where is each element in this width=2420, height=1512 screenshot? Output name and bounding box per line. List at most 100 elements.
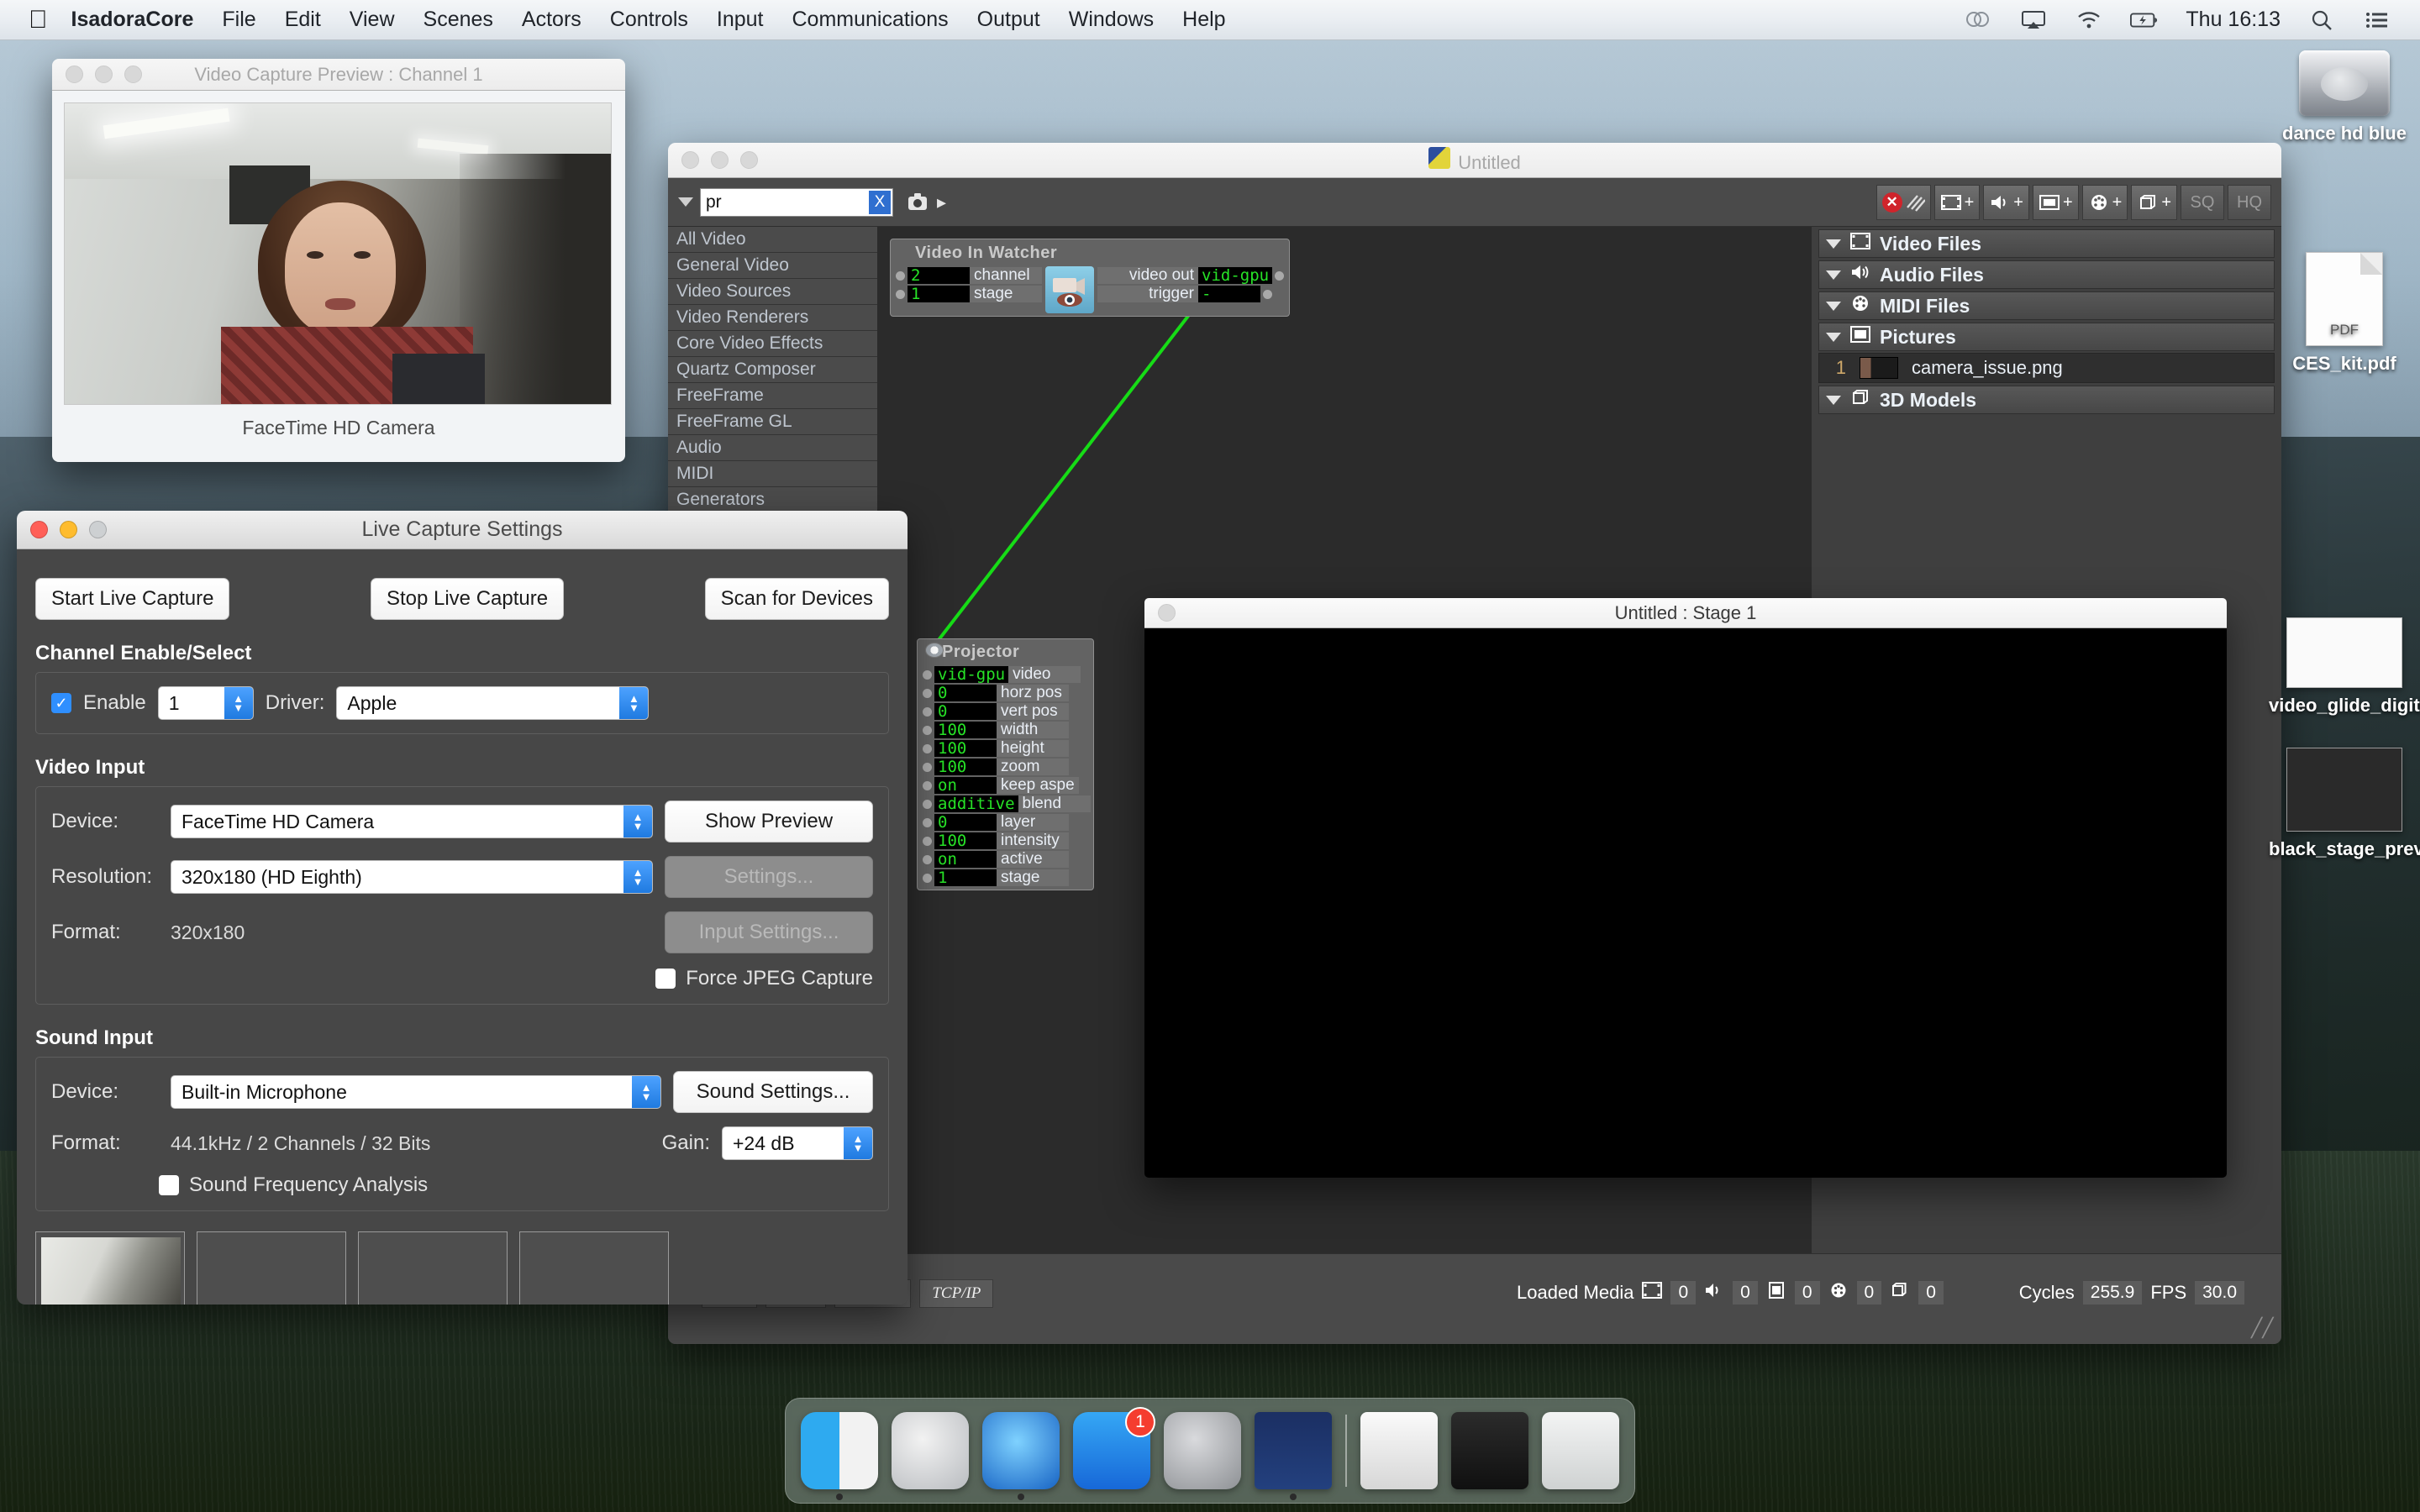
menu-item-windows[interactable]: Windows — [1069, 8, 1154, 32]
channel-cell[interactable]: Channel 1 — [35, 1231, 185, 1305]
chevron-down-icon[interactable] — [1826, 239, 1841, 249]
port-row[interactable]: 1 stage — [920, 869, 1091, 887]
stepper-arrows-icon[interactable]: ▲ ▼ — [619, 687, 649, 719]
stepper-arrows-icon[interactable]: ▲ ▼ — [632, 1076, 660, 1108]
category-audio[interactable]: Audio — [668, 435, 877, 461]
category-freeframe[interactable]: FreeFrame — [668, 383, 877, 409]
stage-titlebar[interactable]: Untitled : Stage 1 — [1144, 598, 2227, 628]
channel-cell[interactable]: Channel 2 — [197, 1231, 346, 1305]
input-port-bullet[interactable] — [923, 836, 932, 846]
chevron-down-icon[interactable] — [1826, 332, 1841, 342]
desktop-icon-video-glide-digitizer[interactable]: video_glide_digitizer — [2269, 617, 2420, 717]
port-value[interactable]: 0 — [934, 702, 997, 721]
channel-stepper[interactable]: 1 ▲ ▼ — [157, 686, 254, 720]
port-row[interactable]: 2 channel — [893, 266, 1042, 285]
search-icon[interactable] — [2307, 8, 2336, 33]
input-port-bullet[interactable] — [923, 799, 932, 809]
add-3d-model-button[interactable]: + — [2131, 185, 2177, 220]
desktop-icon-dance-hd-blue[interactable]: dance hd blue — [2269, 50, 2420, 144]
port-row[interactable]: 100 intensity — [920, 832, 1091, 850]
menu-item-controls[interactable]: Controls — [610, 8, 688, 32]
stage-output-area[interactable] — [1144, 628, 2227, 1178]
port-value[interactable]: vid-gpu — [1198, 266, 1273, 285]
input-port-bullet[interactable] — [923, 669, 932, 680]
close-button[interactable] — [30, 521, 48, 538]
stop-live-capture-button[interactable]: Stop Live Capture — [370, 578, 565, 620]
resolution-select[interactable]: 320x180 (HD Eighth) ▲ ▼ — [171, 860, 653, 894]
isadora-titlebar[interactable]: Untitled — [668, 143, 2281, 178]
output-port-bullet[interactable] — [1275, 270, 1285, 281]
wifi-icon[interactable] — [2075, 8, 2103, 33]
port-value[interactable]: 0 — [934, 813, 997, 832]
minimize-button[interactable] — [711, 151, 729, 169]
menu-item-edit[interactable]: Edit — [285, 8, 321, 32]
bin-3d-models[interactable]: 3D Models — [1818, 386, 2275, 414]
bin-audio-files[interactable]: Audio Files — [1818, 260, 2275, 289]
zoom-button[interactable] — [740, 151, 758, 169]
zoom-button[interactable] — [124, 66, 142, 83]
vcp-window-controls[interactable] — [66, 66, 142, 83]
input-port-bullet[interactable] — [896, 270, 905, 281]
output-port-bullet[interactable] — [1263, 289, 1272, 299]
port-value[interactable]: 100 — [934, 832, 997, 850]
input-port-bullet[interactable] — [923, 762, 932, 772]
node-projector[interactable]: Projector vid-gpu video 0 horz pos 0 vert p… — [917, 638, 1094, 890]
desktop-icon-ces-kit[interactable]: PDF CES_kit.pdf — [2269, 252, 2420, 375]
airplay-icon[interactable] — [2019, 8, 2048, 33]
notification-center-icon[interactable] — [2363, 8, 2391, 33]
port-row[interactable]: 1 stage — [893, 285, 1042, 303]
sound-settings-button[interactable]: Sound Settings... — [673, 1071, 873, 1113]
menu-item-communications[interactable]: Communications — [792, 8, 948, 32]
input-port-bullet[interactable] — [923, 780, 932, 790]
close-button[interactable] — [1158, 604, 1176, 622]
port-value[interactable]: 2 — [908, 266, 970, 285]
category-midi[interactable]: MIDI — [668, 461, 877, 487]
hq-quality-button[interactable]: HQ — [2228, 185, 2271, 220]
category-freeframe-gl[interactable]: FreeFrame GL — [668, 409, 877, 435]
snapshot-icon[interactable]: ▸ — [907, 192, 946, 213]
sound-frequency-analysis-checkbox[interactable] — [159, 1175, 179, 1195]
chevron-down-icon[interactable] — [1826, 301, 1841, 311]
port-value[interactable]: on — [934, 776, 997, 795]
battery-charging-icon[interactable] — [2130, 8, 2159, 33]
port-row[interactable]: video out vid-gpu — [1097, 266, 1286, 285]
stepper-arrows-icon[interactable]: ▲ ▼ — [844, 1127, 872, 1159]
channel-thumbnail[interactable] — [35, 1231, 185, 1305]
bin-item-picture[interactable]: 1 camera_issue.png — [1818, 353, 2275, 383]
port-row[interactable]: 100 height — [920, 739, 1091, 758]
clear-all-media-button[interactable]: ✕ — [1876, 185, 1931, 220]
menu-item-view[interactable]: View — [350, 8, 395, 32]
isadora-window-controls[interactable] — [681, 151, 758, 169]
port-row[interactable]: 100 width — [920, 721, 1091, 739]
category-generators[interactable]: Generators — [668, 487, 877, 513]
dock-item-trash[interactable] — [1542, 1412, 1619, 1489]
chevron-down-icon[interactable] — [1826, 395, 1841, 405]
driver-select[interactable]: Apple ▲ ▼ — [336, 686, 650, 720]
category-video-sources[interactable]: Video Sources — [668, 279, 877, 305]
minimize-button[interactable] — [95, 66, 113, 83]
port-row[interactable]: trigger - — [1097, 285, 1286, 303]
add-video-file-button[interactable]: + — [1933, 185, 1981, 220]
clear-search-icon[interactable]: X — [869, 190, 891, 214]
resize-grip[interactable]: ╱╱ — [2251, 1317, 2275, 1341]
port-value[interactable]: vid-gpu — [934, 665, 1009, 684]
port-row[interactable]: 0 vert pos — [920, 702, 1091, 721]
dock-item-finder[interactable] — [801, 1412, 878, 1500]
stepper-arrows-icon[interactable]: ▲ ▼ — [623, 861, 652, 893]
menu-item-app[interactable]: IsadoraCore — [71, 8, 194, 32]
input-port-bullet[interactable] — [896, 289, 905, 299]
lcs-window-controls[interactable] — [30, 521, 107, 538]
port-value[interactable]: 1 — [934, 869, 997, 887]
gain-stepper[interactable]: +24 dB ▲ ▼ — [722, 1126, 873, 1160]
bin-pictures[interactable]: Pictures — [1818, 323, 2275, 351]
vcp-titlebar[interactable]: Video Capture Preview : Channel 1 — [52, 59, 625, 91]
apple-icon[interactable]:  — [29, 7, 48, 33]
dock-item-system-preferences[interactable] — [1164, 1412, 1241, 1489]
add-audio-file-button[interactable]: + — [1983, 185, 2029, 220]
search-input[interactable]: pr X — [700, 187, 893, 217]
snapshot-arrow-icon[interactable]: ▸ — [937, 192, 946, 213]
dock-item-app-store[interactable]: 1 — [1073, 1407, 1155, 1489]
scan-for-devices-button[interactable]: Scan for Devices — [704, 578, 889, 620]
sq-quality-button[interactable]: SQ — [2181, 185, 2224, 220]
port-row[interactable]: on keep aspe — [920, 776, 1091, 795]
